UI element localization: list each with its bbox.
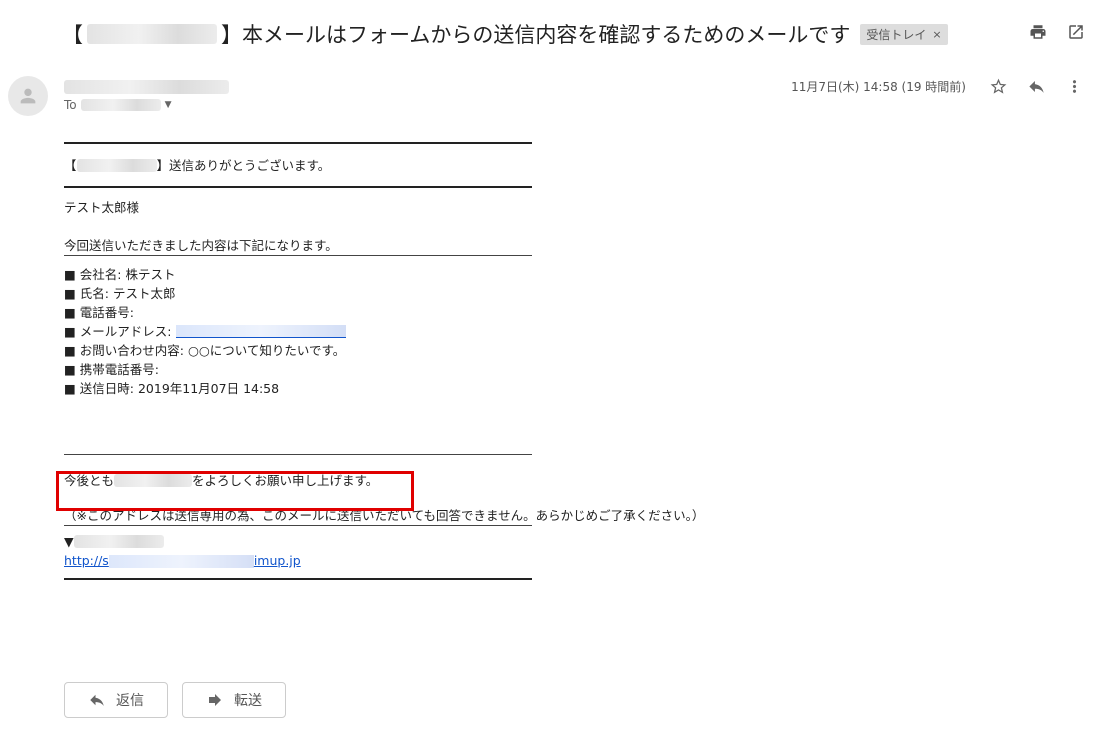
field-company: ■ 会社名: 株テスト bbox=[64, 267, 176, 282]
inbox-label-chip[interactable]: 受信トレイ × bbox=[860, 23, 948, 45]
url-suffix: imup.jp bbox=[253, 553, 301, 568]
remove-label-icon[interactable]: × bbox=[932, 28, 941, 41]
redacted-sender[interactable] bbox=[64, 80, 229, 94]
site-heading: ▼ bbox=[64, 532, 764, 551]
redacted-site-name bbox=[73, 535, 164, 548]
message-meta: 11月7日(木) 14:58 (19 時間前) bbox=[791, 76, 1084, 96]
triangle-marker: ▼ bbox=[64, 534, 74, 549]
divider bbox=[64, 454, 532, 455]
greeting: テスト太郎様 bbox=[64, 200, 140, 215]
redacted-url bbox=[108, 555, 254, 568]
site-url[interactable]: http://s imup.jp bbox=[64, 551, 764, 570]
thanks-line: 【 】送信ありがとうございます。 bbox=[64, 144, 764, 186]
divider bbox=[64, 255, 532, 256]
message-body: 【 】送信ありがとうございます。 テスト太郎様 今回送信いただきました内容は下記… bbox=[64, 142, 764, 580]
top-toolbar bbox=[1028, 22, 1086, 42]
message-date: 11月7日(木) 14:58 (19 時間前) bbox=[791, 79, 966, 94]
reply-actions: 返信 転送 bbox=[64, 682, 286, 718]
open-in-new-window-icon[interactable] bbox=[1066, 22, 1086, 42]
reply-icon bbox=[90, 694, 104, 706]
thanks-text: 】送信ありがとうございます。 bbox=[156, 157, 331, 173]
star-icon[interactable] bbox=[988, 76, 1008, 96]
redacted-recipient bbox=[80, 99, 161, 111]
field-sent-at: ■ 送信日時: 2019年11月07日 14:58 bbox=[64, 381, 280, 396]
chevron-down-icon[interactable]: ▼ bbox=[165, 100, 172, 110]
forward-button[interactable]: 転送 bbox=[182, 682, 286, 718]
divider bbox=[64, 525, 532, 526]
subject-text: 】本メールはフォームからの送信内容を確認するためのメールです bbox=[221, 23, 851, 47]
field-name: ■ 氏名: テスト太郎 bbox=[64, 286, 176, 301]
divider bbox=[64, 186, 532, 188]
field-email: ■ メールアドレス: bbox=[64, 322, 764, 341]
forward-icon bbox=[209, 694, 221, 706]
inbox-label-text: 受信トレイ bbox=[866, 27, 927, 42]
subject-bracket-open: 【 bbox=[62, 23, 83, 47]
field-phone: ■ 電話番号: bbox=[64, 305, 134, 320]
email-subject: 【 】本メールはフォームからの送信内容を確認するためのメールです bbox=[62, 19, 850, 49]
more-vert-icon[interactable] bbox=[1064, 76, 1084, 96]
recipient-line[interactable]: To ▼ bbox=[64, 98, 172, 112]
person-icon bbox=[20, 88, 36, 104]
field-email-label: ■ メールアドレス: bbox=[64, 324, 172, 339]
sender-avatar[interactable] bbox=[8, 76, 48, 116]
redacted-sender-name bbox=[87, 24, 217, 44]
redacted-company bbox=[76, 158, 157, 172]
highlight-annotation-box bbox=[56, 471, 414, 511]
print-icon[interactable] bbox=[1028, 22, 1048, 42]
to-prefix: To bbox=[64, 98, 77, 112]
field-inquiry: ■ お問い合わせ内容: ○○について知りたいです。 bbox=[64, 343, 346, 358]
redacted-email-link[interactable] bbox=[175, 325, 346, 338]
subject-row: 【 】本メールはフォームからの送信内容を確認するためのメールです 受信トレイ × bbox=[62, 18, 948, 50]
url-prefix: http://s bbox=[64, 553, 109, 568]
divider bbox=[64, 578, 532, 580]
site-url-link[interactable]: http://s imup.jp bbox=[64, 551, 301, 570]
reply-button[interactable]: 返信 bbox=[64, 682, 168, 718]
reply-label: 返信 bbox=[116, 693, 144, 709]
forward-label: 転送 bbox=[234, 693, 262, 709]
field-mobile: ■ 携帯電話番号: bbox=[64, 362, 159, 377]
reply-icon[interactable] bbox=[1026, 76, 1046, 96]
intro-text: 今回送信いただきました内容は下記になります。 bbox=[64, 238, 338, 253]
thanks-bracket-open: 【 bbox=[64, 157, 77, 173]
